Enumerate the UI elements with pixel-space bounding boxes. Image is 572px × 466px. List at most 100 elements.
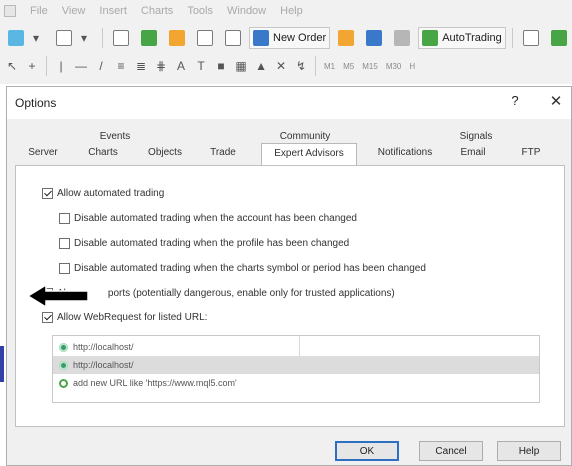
grid-icon[interactable]: ▦ bbox=[233, 55, 249, 77]
allow-webrequest-option[interactable]: Allow WebRequest for listed URL: bbox=[42, 312, 207, 323]
tab-expert-advisors[interactable]: Expert Advisors bbox=[261, 143, 357, 165]
new-order-button[interactable]: New Order bbox=[249, 27, 331, 49]
menu-bar: File View Insert Charts Tools Window Hel… bbox=[0, 0, 572, 22]
url-list-row[interactable]: http://localhost/ bbox=[53, 338, 539, 356]
arrow-up-icon[interactable]: ▲ bbox=[253, 55, 269, 77]
terminal-button[interactable] bbox=[193, 27, 217, 49]
options-dialog: Options ? ✕ Events Community Signals Ser… bbox=[6, 86, 572, 466]
menu-insert[interactable]: Insert bbox=[99, 5, 127, 17]
tab-ftp[interactable]: FTP bbox=[511, 145, 551, 161]
bar-chart-icon bbox=[522, 30, 539, 46]
allow-automated-trading-label: Allow automated trading bbox=[57, 188, 165, 199]
navigator-button[interactable] bbox=[165, 27, 189, 49]
allow-dll-imports-option[interactable]: Al ports (potentially dangerous, enable … bbox=[42, 288, 395, 299]
disable-account-changed-checkbox[interactable] bbox=[59, 213, 70, 224]
new-order-label: New Order bbox=[273, 32, 327, 44]
new-chart-button[interactable]: ▾ bbox=[4, 27, 48, 49]
allow-webrequest-checkbox[interactable] bbox=[42, 312, 53, 323]
bar-chart-button[interactable] bbox=[519, 27, 543, 49]
allow-automated-trading-checkbox[interactable] bbox=[42, 188, 53, 199]
new-chart-icon bbox=[8, 30, 24, 46]
timeframe-m1[interactable]: M1 bbox=[322, 62, 337, 71]
autotrading-icon bbox=[422, 30, 439, 46]
tab-trade[interactable]: Trade bbox=[203, 145, 243, 161]
trendline-icon[interactable]: / bbox=[93, 55, 109, 77]
rectangle-icon[interactable]: ■ bbox=[213, 55, 229, 77]
text-label-icon[interactable]: T bbox=[193, 55, 209, 77]
line-studies-toolbar: ↖ + | — / ≡ ≣ ⋕ A T ■ ▦ ▲ ✕ ↯ M1 M5 M15 … bbox=[0, 54, 572, 78]
add-url-placeholder: add new URL like 'https://www.mql5.com' bbox=[73, 378, 237, 388]
timeframe-m15[interactable]: M15 bbox=[360, 62, 380, 71]
strategy-tester-icon bbox=[225, 30, 241, 46]
dropdown-arrow-icon: ▾ bbox=[32, 31, 40, 45]
crosshair-icon[interactable]: + bbox=[24, 55, 40, 77]
ok-button[interactable]: OK bbox=[335, 441, 399, 461]
signals-button[interactable] bbox=[390, 27, 414, 49]
menu-charts[interactable]: Charts bbox=[141, 5, 173, 17]
shapes-icon[interactable]: ✕ bbox=[273, 55, 289, 77]
dropdown-arrow-icon: ▾ bbox=[80, 31, 88, 45]
globe-icon bbox=[59, 342, 68, 352]
navigator-icon bbox=[169, 30, 185, 46]
metaeditor-button[interactable] bbox=[334, 27, 358, 49]
tab-row-front: Server Charts Objects Trade Expert Advis… bbox=[15, 143, 565, 165]
fibonacci-icon[interactable]: ≣ bbox=[133, 55, 149, 77]
disable-symbol-changed-label: Disable automated trading when the chart… bbox=[74, 263, 426, 274]
market-button[interactable] bbox=[362, 27, 386, 49]
help-icon[interactable]: ? bbox=[508, 93, 522, 111]
toolbar-separator bbox=[102, 28, 103, 48]
dialog-title: Options bbox=[15, 96, 57, 110]
data-window-button[interactable] bbox=[137, 27, 161, 49]
metaeditor-icon bbox=[338, 30, 355, 46]
close-icon[interactable]: ✕ bbox=[547, 92, 565, 112]
tab-charts[interactable]: Charts bbox=[83, 145, 123, 161]
allow-automated-trading-option[interactable]: Allow automated trading bbox=[42, 188, 164, 199]
tab-objects[interactable]: Objects bbox=[143, 145, 187, 161]
candles-button[interactable] bbox=[547, 27, 571, 49]
strategy-tester-button[interactable] bbox=[221, 27, 245, 49]
timeframe-h[interactable]: H bbox=[407, 62, 417, 71]
market-icon bbox=[366, 30, 383, 46]
disable-account-changed-option[interactable]: Disable automated trading when the accou… bbox=[59, 213, 357, 224]
equidistant-channel-icon[interactable]: ≡ bbox=[113, 55, 129, 77]
menu-help[interactable]: Help bbox=[280, 5, 303, 17]
autotrading-button[interactable]: AutoTrading bbox=[418, 27, 506, 49]
help-button[interactable]: Help bbox=[497, 441, 561, 461]
cancel-button[interactable]: Cancel bbox=[419, 441, 483, 461]
disable-profile-changed-checkbox[interactable] bbox=[59, 238, 70, 249]
market-watch-button[interactable] bbox=[109, 27, 133, 49]
tab-email[interactable]: Email bbox=[453, 145, 493, 161]
timeframe-m5[interactable]: M5 bbox=[341, 62, 356, 71]
autotrading-label: AutoTrading bbox=[442, 32, 502, 44]
disable-profile-changed-label: Disable automated trading when the profi… bbox=[74, 238, 350, 249]
allow-webrequest-label: Allow WebRequest for listed URL: bbox=[57, 312, 208, 323]
disable-symbol-changed-checkbox[interactable] bbox=[59, 263, 70, 274]
tab-server[interactable]: Server bbox=[23, 145, 63, 161]
tab-events[interactable]: Events bbox=[85, 129, 145, 145]
menu-file[interactable]: File bbox=[30, 5, 48, 17]
horizontal-line-icon[interactable]: — bbox=[73, 55, 89, 77]
add-url-row[interactable]: add new URL like 'https://www.mql5.com' bbox=[53, 374, 539, 392]
globe-icon bbox=[59, 360, 68, 370]
vertical-line-icon[interactable]: | bbox=[53, 55, 69, 77]
cursor-icon[interactable]: ↖ bbox=[4, 55, 20, 77]
new-order-icon bbox=[253, 30, 269, 46]
profiles-icon bbox=[56, 30, 72, 46]
background-window-edge bbox=[0, 346, 4, 382]
url-list-row-selected[interactable]: http://localhost/ bbox=[53, 356, 539, 374]
menu-window[interactable]: Window bbox=[227, 5, 266, 17]
text-icon[interactable]: A bbox=[173, 55, 189, 77]
profiles-button[interactable]: ▾ bbox=[52, 27, 96, 49]
menu-tools[interactable]: Tools bbox=[187, 5, 213, 17]
gann-icon[interactable]: ⋕ bbox=[153, 55, 169, 77]
menu-view[interactable]: View bbox=[62, 5, 86, 17]
candlesticks-icon bbox=[550, 30, 567, 46]
tab-signals[interactable]: Signals bbox=[451, 129, 501, 145]
dialog-titlebar: Options ? ✕ bbox=[7, 87, 571, 119]
timeframe-m30[interactable]: M30 bbox=[384, 62, 404, 71]
tab-notifications[interactable]: Notifications bbox=[367, 145, 443, 161]
webrequest-url-list[interactable]: http://localhost/ http://localhost/ add … bbox=[52, 335, 540, 403]
arrows-dropdown-icon[interactable]: ↯ bbox=[293, 55, 309, 77]
disable-profile-changed-option[interactable]: Disable automated trading when the profi… bbox=[59, 238, 349, 249]
disable-symbol-changed-option[interactable]: Disable automated trading when the chart… bbox=[59, 263, 426, 274]
